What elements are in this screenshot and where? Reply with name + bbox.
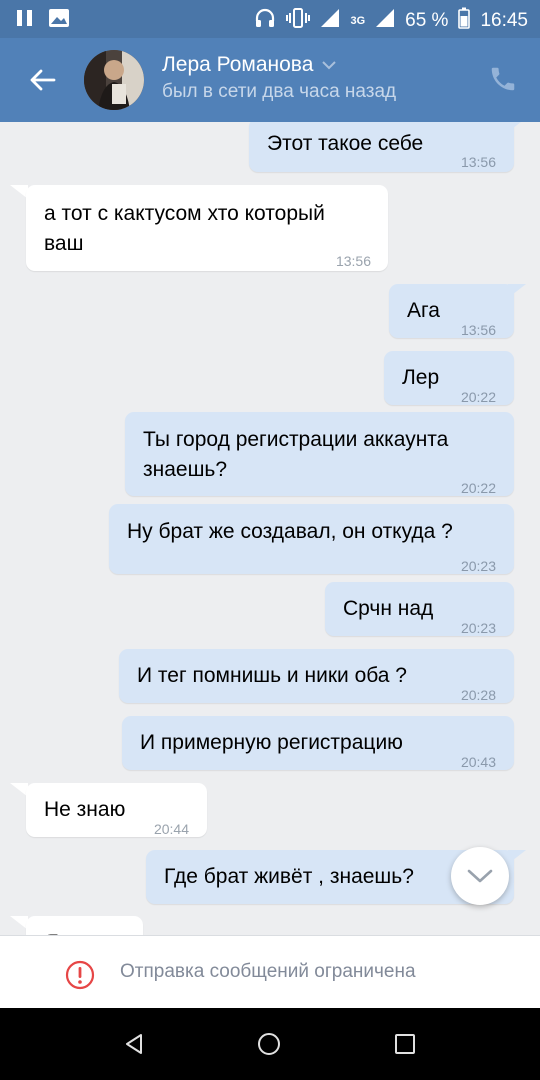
chat-header: Лера Романова был в сети два часа назад bbox=[0, 38, 540, 122]
message-time: 20:23 bbox=[460, 558, 496, 574]
message-bubble-outgoing[interactable]: Ага 13:56 bbox=[389, 284, 514, 338]
pause-icon bbox=[16, 9, 34, 32]
bubble-tail bbox=[508, 850, 526, 864]
status-bar: 3G 65 % 16:45 bbox=[0, 0, 540, 38]
restriction-footer: Отправка сообщений ограничена bbox=[0, 935, 540, 1009]
message-text: Ага bbox=[407, 299, 440, 322]
message-text: ваш bbox=[44, 232, 84, 255]
nav-home-button[interactable] bbox=[257, 1032, 281, 1061]
message-time: 20:22 bbox=[460, 480, 496, 496]
system-navigation-bar bbox=[0, 1008, 540, 1080]
last-seen-status: был в сети два часа назад bbox=[162, 81, 397, 102]
message-time: 13:56 bbox=[460, 154, 496, 170]
bubble-tail bbox=[508, 122, 526, 132]
message-text: И примерную регистрацию bbox=[140, 731, 403, 754]
circle-home-icon bbox=[258, 1033, 280, 1055]
message-time: 20:44 bbox=[153, 821, 189, 837]
message-text: Ты город регистрации аккаунта bbox=[143, 428, 449, 451]
avatar[interactable] bbox=[84, 50, 144, 110]
message-bubble-outgoing[interactable]: Ну брат же создавал, он откуда ? 20:23 bbox=[109, 504, 514, 574]
message-text: Не знаю bbox=[44, 798, 126, 821]
warning-icon bbox=[65, 960, 95, 990]
network-type-label: 3G bbox=[350, 14, 366, 27]
message-bubble-incoming[interactable]: Не знаю 20:44 bbox=[26, 783, 207, 837]
scroll-to-bottom-button[interactable] bbox=[451, 847, 509, 905]
headphones-icon bbox=[254, 7, 276, 35]
message-time: 13:56 bbox=[335, 253, 371, 269]
message-bubble-outgoing[interactable]: И тег помнишь и ники оба ? 20:28 bbox=[119, 649, 514, 703]
message-text: знаешь? bbox=[143, 458, 228, 481]
message-text: Я bbox=[44, 927, 59, 935]
message-bubble-outgoing[interactable]: И примерную регистрацию 20:43 bbox=[122, 716, 514, 770]
back-button[interactable] bbox=[22, 62, 62, 98]
contact-name: Лера Романова bbox=[162, 53, 314, 76]
arrow-back-icon bbox=[30, 69, 56, 91]
phone-icon bbox=[491, 67, 515, 91]
battery-percent: 65 % bbox=[405, 10, 449, 31]
message-time: 20:43 bbox=[460, 754, 496, 770]
message-time: 20:23 bbox=[460, 620, 496, 636]
call-button[interactable] bbox=[488, 64, 520, 96]
signal-icon bbox=[320, 8, 340, 34]
nav-recents-button[interactable] bbox=[394, 1033, 416, 1060]
message-bubble-incoming[interactable]: а тот с кактусом хто который ваш 13:56 bbox=[26, 185, 388, 271]
message-bubble-incoming[interactable]: Я bbox=[26, 916, 143, 935]
message-bubble-outgoing[interactable]: Этот такое себе 13:56 bbox=[249, 122, 514, 172]
message-text: Ну брат же создавал, он откуда ? bbox=[127, 520, 453, 543]
message-bubble-outgoing[interactable]: Срчн над 20:23 bbox=[325, 582, 514, 636]
nav-back-button[interactable] bbox=[122, 1032, 146, 1061]
message-text: Лер bbox=[402, 366, 440, 389]
square-recents-icon bbox=[395, 1034, 415, 1054]
message-text: Этот такое себе bbox=[267, 132, 424, 155]
chevron-down-icon bbox=[322, 61, 337, 70]
message-text: а тот с кактусом хто который bbox=[44, 202, 325, 225]
clock: 16:45 bbox=[480, 10, 528, 31]
message-list[interactable]: Этот такое себе 13:56 а тот с кактусом х… bbox=[0, 122, 540, 935]
vibrate-icon bbox=[286, 7, 311, 35]
message-bubble-outgoing[interactable]: Лер 20:22 bbox=[384, 351, 514, 405]
image-icon bbox=[48, 8, 70, 33]
message-bubble-outgoing[interactable]: Ты город регистрации аккаунта знаешь? 20… bbox=[125, 412, 514, 496]
message-time: 20:22 bbox=[460, 389, 496, 405]
battery-icon bbox=[458, 7, 471, 35]
message-text: Где брат живёт , знаешь? bbox=[164, 865, 414, 888]
restriction-message: Отправка сообщений ограничена bbox=[120, 961, 416, 982]
chevron-down-icon bbox=[467, 869, 493, 883]
signal-icon-2 bbox=[375, 8, 395, 34]
message-text: Срчн над bbox=[343, 597, 434, 620]
message-time: 20:28 bbox=[460, 687, 496, 703]
contact-name-row[interactable]: Лера Романова bbox=[162, 53, 337, 77]
message-time: 13:56 bbox=[460, 322, 496, 338]
bubble-tail bbox=[508, 284, 526, 298]
triangle-back-icon bbox=[126, 1034, 142, 1054]
message-text: И тег помнишь и ники оба ? bbox=[137, 664, 407, 687]
